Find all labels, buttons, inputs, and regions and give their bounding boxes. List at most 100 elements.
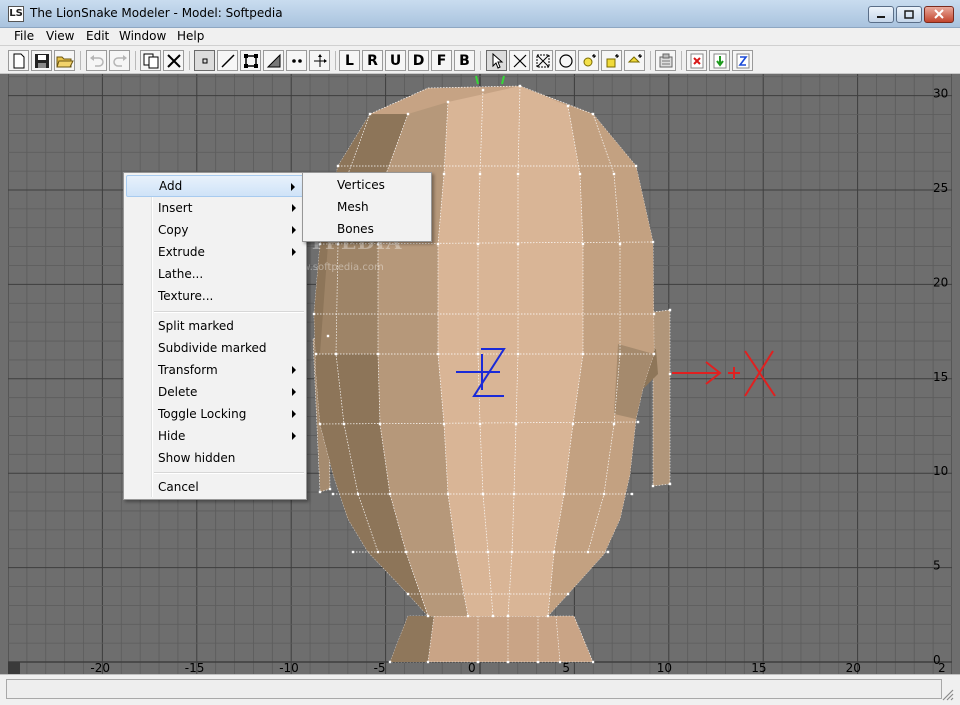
move-axes-button[interactable] xyxy=(309,50,330,71)
view-back-button[interactable]: B xyxy=(454,50,475,71)
mesh-vertex[interactable] xyxy=(318,490,322,494)
mesh-vertex[interactable] xyxy=(426,660,430,664)
mesh-vertex[interactable] xyxy=(478,172,482,176)
open-button[interactable] xyxy=(54,50,75,71)
menu-window[interactable]: Window xyxy=(119,29,166,43)
mesh-vertex[interactable] xyxy=(571,422,575,426)
mesh-vertex[interactable] xyxy=(436,352,440,356)
mesh-vertex[interactable] xyxy=(581,242,585,246)
mesh-vertex[interactable] xyxy=(514,422,518,426)
mesh-vertex[interactable] xyxy=(566,592,570,596)
restore-button[interactable] xyxy=(896,6,922,23)
mesh-vertex[interactable] xyxy=(404,550,408,554)
bone-mode-button[interactable] xyxy=(286,50,307,71)
light-add-button[interactable] xyxy=(601,50,622,71)
mesh-vertex[interactable] xyxy=(536,660,540,664)
mesh-vertex[interactable] xyxy=(636,420,640,424)
edge-mode-button[interactable] xyxy=(217,50,238,71)
mesh-vertex[interactable] xyxy=(378,422,382,426)
mesh-vertex[interactable] xyxy=(446,492,450,496)
mesh-vertex[interactable] xyxy=(512,492,516,496)
mesh-vertex[interactable] xyxy=(356,492,360,496)
mesh-vertex[interactable] xyxy=(518,84,522,88)
ctx-item-toggle-locking[interactable]: Toggle Locking xyxy=(126,403,304,425)
mesh-vertex[interactable] xyxy=(388,492,392,496)
mesh-vertex[interactable] xyxy=(326,334,330,338)
mesh-vertex[interactable] xyxy=(552,550,556,554)
mesh-vertex[interactable] xyxy=(376,550,380,554)
mesh-vertex[interactable] xyxy=(486,550,490,554)
mesh-vertex[interactable] xyxy=(318,422,322,426)
menu-file[interactable]: File xyxy=(14,29,34,43)
properties-button[interactable] xyxy=(655,50,676,71)
mesh-vertex[interactable] xyxy=(376,352,380,356)
mesh-vertex[interactable] xyxy=(334,352,338,356)
mesh-vertex[interactable] xyxy=(651,240,655,244)
mesh-vertex[interactable] xyxy=(406,592,410,596)
mesh-vertex[interactable] xyxy=(618,242,622,246)
mesh-vertex[interactable] xyxy=(612,422,616,426)
mesh-vertex[interactable] xyxy=(546,614,550,618)
mesh-vertex[interactable] xyxy=(454,550,458,554)
mesh-vertex[interactable] xyxy=(342,422,346,426)
move-down-button[interactable] xyxy=(709,50,730,71)
mesh-vertex[interactable] xyxy=(634,164,638,168)
face-mode-button[interactable] xyxy=(240,50,261,71)
mesh-vertex[interactable] xyxy=(476,352,480,356)
ctx-item-transform[interactable]: Transform xyxy=(126,359,304,381)
menu-view[interactable]: View xyxy=(46,29,74,43)
ctx-item-insert[interactable]: Insert xyxy=(126,197,304,219)
z-axis-button[interactable] xyxy=(732,50,753,71)
select-tool-button[interactable] xyxy=(486,50,507,71)
ctx-item-add[interactable]: Add xyxy=(126,175,304,197)
mesh-vertex[interactable] xyxy=(586,550,590,554)
mesh-vertex[interactable] xyxy=(491,614,495,618)
view-front-button[interactable]: F xyxy=(431,50,452,71)
mesh-vertex[interactable] xyxy=(481,492,485,496)
view-right-button[interactable]: R xyxy=(362,50,383,71)
mesh-vertex[interactable] xyxy=(406,112,410,116)
mesh-vertex[interactable] xyxy=(368,112,372,116)
close-button[interactable] xyxy=(924,6,954,23)
mesh-vertex[interactable] xyxy=(668,482,672,486)
delete-button[interactable] xyxy=(686,50,707,71)
mesh-vertex[interactable] xyxy=(602,492,606,496)
menu-help[interactable]: Help xyxy=(177,29,204,43)
mesh-vertex[interactable] xyxy=(481,88,485,92)
mesh-vertex[interactable] xyxy=(446,100,450,104)
mesh-vertex[interactable] xyxy=(506,660,510,664)
mesh-vertex[interactable] xyxy=(506,614,510,618)
mesh-vertex[interactable] xyxy=(668,372,672,376)
vertex-mode-button[interactable] xyxy=(194,50,215,71)
mesh-mode-button[interactable] xyxy=(263,50,284,71)
mesh-vertex[interactable] xyxy=(476,242,480,246)
mesh-vertex[interactable] xyxy=(314,352,318,356)
ctx-item-copy[interactable]: Copy xyxy=(126,219,304,241)
mesh-vertex[interactable] xyxy=(581,352,585,356)
ctx-item-lathe[interactable]: Lathe... xyxy=(126,263,304,285)
submenu-item-mesh[interactable]: Mesh xyxy=(305,196,429,218)
mesh-vertex[interactable] xyxy=(668,308,672,312)
view-up-button[interactable]: U xyxy=(385,50,406,71)
light-button[interactable] xyxy=(578,50,599,71)
new-file-button[interactable] xyxy=(8,50,29,71)
ctx-item-delete[interactable]: Delete xyxy=(126,381,304,403)
mesh-vertex[interactable] xyxy=(651,484,655,488)
mesh-vertex[interactable] xyxy=(612,172,616,176)
cut-button[interactable] xyxy=(163,50,184,71)
mesh-vertex[interactable] xyxy=(336,164,340,168)
ctx-item-extrude[interactable]: Extrude xyxy=(126,241,304,263)
ctx-item-cancel[interactable]: Cancel xyxy=(126,476,304,498)
mesh-vertex[interactable] xyxy=(466,614,470,618)
mesh-vertex[interactable] xyxy=(652,312,656,316)
mesh-vertex[interactable] xyxy=(566,104,570,108)
ctx-item-show-hidden[interactable]: Show hidden xyxy=(126,447,304,469)
mesh-vertex[interactable] xyxy=(578,172,582,176)
ctx-item-subdivide-marked[interactable]: Subdivide marked xyxy=(126,337,304,359)
view-down-button[interactable]: D xyxy=(408,50,429,71)
mesh-vertex[interactable] xyxy=(442,422,446,426)
lamp-button[interactable] xyxy=(624,50,645,71)
mesh-vertex[interactable] xyxy=(436,242,440,246)
submenu-item-vertices[interactable]: Vertices xyxy=(305,174,429,196)
box-select-button[interactable] xyxy=(532,50,553,71)
